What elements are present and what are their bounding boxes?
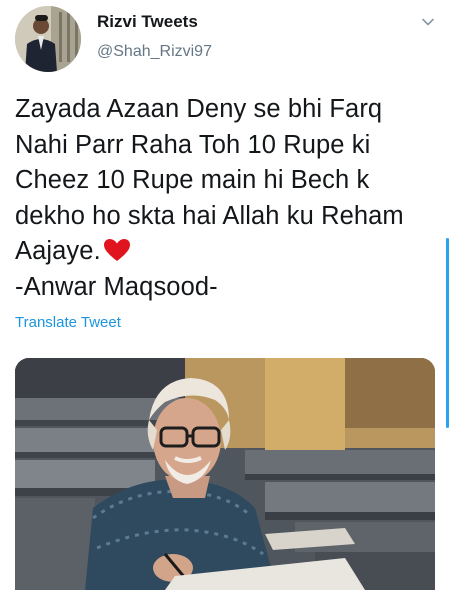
tweet-body: Zayada Azaan Deny se bhi Farq Nahi Parr … [15,95,404,265]
avatar-photo [15,6,81,72]
author-name[interactable]: Rizvi Tweets [97,12,198,32]
tweet-text: Zayada Azaan Deny se bhi Farq Nahi Parr … [15,92,443,305]
scrollbar[interactable] [446,238,449,428]
author-handle[interactable]: @Shah_Rizvi97 [97,43,212,61]
translate-tweet-link[interactable]: Translate Tweet [15,314,121,331]
tweet-photo[interactable] [15,358,435,590]
photo-of-man-writing [15,358,435,590]
chevron-down-icon[interactable] [420,14,436,30]
tweet-signature: -Anwar Maqsood- [15,272,218,301]
avatar[interactable] [15,6,81,72]
red-heart-icon [102,237,132,263]
